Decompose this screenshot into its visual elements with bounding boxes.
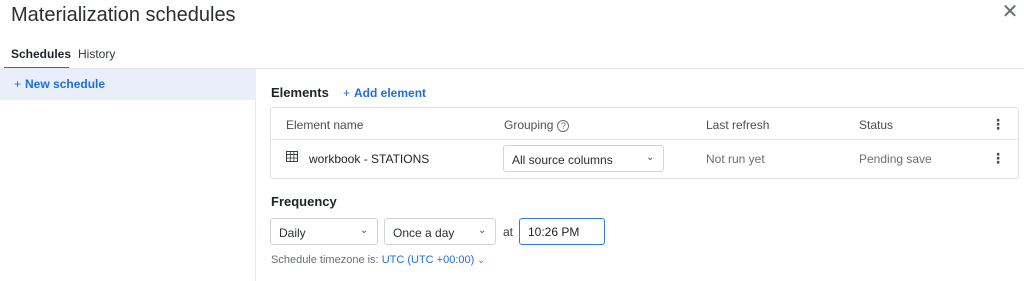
- plus-icon: +: [343, 86, 351, 100]
- column-header-element-name: Element name: [286, 118, 364, 132]
- grouping-select-value: All source columns: [512, 153, 613, 167]
- tab-schedules[interactable]: Schedules: [11, 47, 71, 61]
- chevron-down-icon: ⌄: [360, 225, 369, 236]
- dialog-title: Materialization schedules: [11, 4, 236, 26]
- time-input[interactable]: 10:26 PM: [519, 218, 605, 245]
- new-schedule-button[interactable]: + New schedule: [0, 69, 256, 100]
- more-options-icon[interactable]: ⋮: [991, 116, 1005, 132]
- table-icon: [286, 151, 298, 162]
- elements-heading: Elements: [271, 85, 329, 100]
- tab-bar: Schedules History: [0, 43, 1024, 69]
- interval-select[interactable]: Once a day ⌄: [384, 218, 496, 245]
- row-options-icon[interactable]: ⋮: [991, 150, 1005, 166]
- tab-history[interactable]: History: [78, 47, 115, 61]
- schedule-sidebar: + New schedule: [0, 69, 256, 281]
- chevron-down-icon: ⌄: [646, 152, 655, 163]
- close-icon[interactable]: ✕: [1000, 2, 1020, 22]
- timezone-line: Schedule timezone is: UTC (UTC +00:00) ⌄: [271, 254, 485, 266]
- schedule-editor: Elements + Add element Element name Group…: [257, 69, 1024, 281]
- column-header-grouping: Grouping?: [504, 118, 570, 132]
- status-value: Pending save: [859, 152, 932, 166]
- at-label: at: [503, 225, 514, 239]
- help-icon[interactable]: ?: [557, 119, 570, 132]
- table-row: workbook - STATIONS All source columns ⌄…: [271, 140, 1018, 178]
- table-header: Element name Grouping? Last refresh Stat…: [271, 108, 1018, 140]
- chevron-down-icon: ⌄: [477, 255, 485, 265]
- grouping-header-label: Grouping: [504, 118, 554, 132]
- timezone-prefix: Schedule timezone is:: [271, 254, 379, 266]
- elements-table: Element name Grouping? Last refresh Stat…: [270, 107, 1019, 179]
- add-element-button[interactable]: + Add element: [343, 86, 426, 100]
- timezone-value: UTC (UTC +00:00): [381, 254, 475, 266]
- last-refresh-value: Not run yet: [706, 152, 765, 166]
- column-header-status: Status: [859, 118, 894, 132]
- plus-icon: +: [14, 77, 22, 91]
- add-element-label: Add element: [354, 86, 427, 100]
- dialog-header: Materialization schedules ✕: [0, 0, 1024, 40]
- column-header-last-refresh: Last refresh: [706, 118, 770, 132]
- timezone-link[interactable]: UTC (UTC +00:00) ⌄: [382, 254, 485, 266]
- chevron-down-icon: ⌄: [478, 225, 487, 236]
- period-select[interactable]: Daily ⌄: [270, 218, 378, 245]
- grouping-select[interactable]: All source columns ⌄: [503, 145, 664, 172]
- new-schedule-label: New schedule: [25, 77, 106, 91]
- element-name: workbook - STATIONS: [309, 152, 430, 166]
- frequency-heading: Frequency: [271, 194, 337, 209]
- interval-select-value: Once a day: [393, 226, 455, 240]
- period-select-value: Daily: [279, 226, 306, 240]
